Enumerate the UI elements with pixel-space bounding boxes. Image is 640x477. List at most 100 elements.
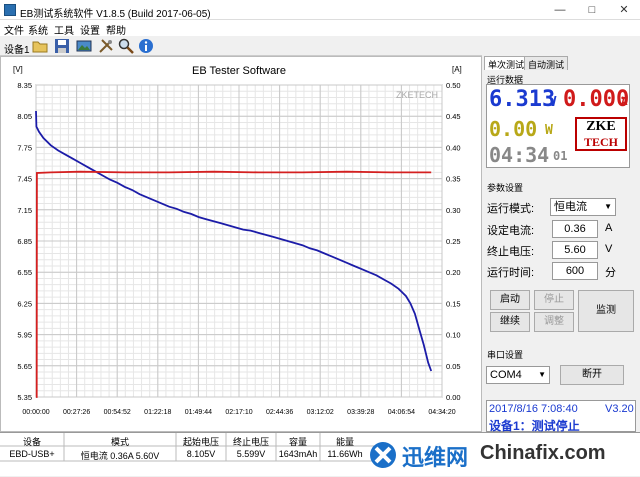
cell-capacity: 1643mAh [278, 449, 318, 459]
continue-button[interactable]: 继续 [490, 312, 530, 332]
y-right-tick-label: 0.00 [446, 393, 461, 402]
chart-watermark: ZKETECH [396, 90, 438, 100]
site-watermark: 迅维网 Chinafix.com [362, 434, 640, 476]
mode-label: 运行模式: [487, 203, 535, 215]
watermark-text-en: Chinafix.com [480, 442, 606, 464]
y-right-tick-label: 0.45 [446, 112, 461, 121]
tab-auto-test[interactable]: 自动测试 [524, 56, 569, 70]
y-right-tick-label: 0.30 [446, 206, 461, 215]
chevron-down-icon: ▼ [604, 202, 612, 211]
y-left-tick-label: 6.85 [17, 237, 32, 246]
maximize-button[interactable]: □ [576, 0, 608, 20]
status-box: 2017/8/16 7:08:40 V3.20 设备1：测试停止 [486, 400, 636, 433]
chart-title: EB Tester Software [192, 65, 286, 77]
toolbar: 设备1 [0, 36, 482, 56]
menu-help[interactable]: 帮助 [106, 22, 126, 37]
disconnect-button[interactable]: 断开 [560, 365, 624, 385]
lcd-display: 6.313 V 0.000 A 0.00 W 04:34 01 ZKE TECH [486, 84, 630, 168]
tab-single-test[interactable]: 单次测试 [484, 56, 529, 70]
voltage-current-chart: EB Tester Software [V] [A] ZKETECH 8.35 8.05 7… [13, 65, 462, 416]
stop-button[interactable]: 停止 [534, 290, 574, 310]
menu-settings[interactable]: 设置 [80, 22, 100, 37]
y-left-tick-label: 7.45 [17, 175, 32, 184]
y-left-tick-label: 8.05 [17, 112, 32, 121]
voltage-readout: 6.313 [489, 87, 556, 112]
adjust-button[interactable]: 调整 [534, 312, 574, 332]
y-left-tick-label: 5.95 [17, 331, 32, 340]
status-datetime: 2017/8/16 7:08:40 [489, 403, 578, 415]
run-time-field[interactable]: 600 [552, 262, 598, 280]
stop-voltage-label: 终止电压: [487, 246, 535, 258]
y-right-tick-label: 0.40 [446, 143, 461, 152]
menu-bar: 文件 系统 工具 设置 帮助 [0, 20, 640, 37]
current-readout: 0.000 [563, 87, 630, 112]
y-right-tick-label: 0.50 [446, 81, 461, 90]
header-capacity: 容量 [288, 437, 307, 447]
cell-device: EBD-USB+ [9, 449, 55, 459]
start-button[interactable]: 启动 [490, 290, 530, 310]
stop-voltage-unit: V [605, 243, 613, 255]
menu-system[interactable]: 系统 [28, 22, 48, 37]
header-end-voltage: 终止电压 [232, 437, 269, 447]
x-tick-label: 04:06:54 [388, 409, 415, 416]
y-left-tick-label: 7.75 [17, 143, 32, 152]
set-current-unit: A [605, 222, 613, 234]
chart-area: EB Tester Software [V] [A] ZKETECH 8.35 8.05 7… [0, 56, 482, 432]
minimize-button[interactable]: — [544, 0, 576, 20]
y-right-tick-label: 0.10 [446, 331, 461, 340]
menu-file[interactable]: 文件 [4, 22, 24, 37]
port-select[interactable]: COM4 ▼ [486, 366, 550, 384]
info-icon[interactable] [138, 38, 154, 54]
tools-icon[interactable] [98, 38, 114, 54]
y-right-tick-label: 0.35 [446, 175, 461, 184]
time-readout: 04:34 [489, 143, 550, 167]
x-tick-label: 04:34:20 [428, 409, 455, 416]
x-tick-label: 03:12:02 [307, 409, 334, 416]
open-icon[interactable] [32, 38, 48, 54]
search-icon[interactable] [118, 38, 134, 54]
image-icon[interactable] [76, 38, 92, 54]
power-readout: 0.00 [489, 117, 538, 141]
stop-voltage-field[interactable]: 5.60 [552, 241, 598, 259]
x-tick-label: 02:44:36 [266, 409, 293, 416]
time-seconds: 01 [553, 149, 568, 163]
y-left-tick-label: 5.65 [17, 362, 32, 371]
device-label[interactable]: 设备1 [4, 41, 30, 56]
save-icon[interactable] [54, 38, 70, 54]
window-title: EB测试系统软件 V1.8.5 (Build 2017-06-05) [20, 9, 211, 20]
close-button[interactable]: ✕ [608, 0, 640, 20]
y-right-tick-label: 0.20 [446, 268, 461, 277]
y-left-unit: [V] [13, 65, 23, 74]
title-bar: EB测试系统软件 V1.8.5 (Build 2017-06-05) — □ ✕ [0, 0, 640, 20]
set-current-field[interactable]: 0.36 [552, 220, 598, 238]
y-left-tick-label: 6.25 [17, 299, 32, 308]
monitor-button[interactable]: 监测 [578, 290, 634, 332]
y-left-tick-label: 7.15 [17, 206, 32, 215]
y-right-tick-label: 0.05 [446, 362, 461, 371]
cell-mode: 恒电流 0.36A 5.60V [80, 451, 160, 461]
y-right-unit: [A] [452, 65, 462, 74]
x-tick-label: 00:54:52 [104, 409, 131, 416]
app-icon [4, 4, 16, 16]
mode-select[interactable]: 恒电流 ▼ [550, 198, 616, 216]
y-right-tick-label: 0.25 [446, 237, 461, 246]
serial-label: 串口设置 [487, 350, 524, 360]
header-device: 设备 [22, 437, 41, 447]
x-tick-label: 01:22:18 [144, 409, 171, 416]
menu-tools[interactable]: 工具 [54, 22, 74, 37]
status-version: V3.20 [605, 403, 634, 415]
zke-tech-logo: ZKE TECH [575, 117, 627, 151]
tabs: 单次测试 自动测试 [484, 56, 640, 70]
params-label: 参数设置 [487, 183, 524, 193]
current-unit: A [621, 95, 628, 108]
run-time-unit: 分 [605, 267, 616, 279]
run-time-label: 运行时间: [487, 267, 535, 279]
y-left-tick-label: 8.35 [17, 81, 32, 90]
y-left-tick-label: 5.35 [17, 393, 32, 402]
set-current-label: 设定电流: [487, 225, 535, 237]
x-tick-label: 02:17:10 [225, 409, 252, 416]
header-mode: 模式 [110, 437, 129, 447]
voltage-unit: V [549, 95, 557, 110]
chinafix-logo-icon [370, 442, 396, 468]
x-tick-label: 03:39:28 [347, 409, 374, 416]
